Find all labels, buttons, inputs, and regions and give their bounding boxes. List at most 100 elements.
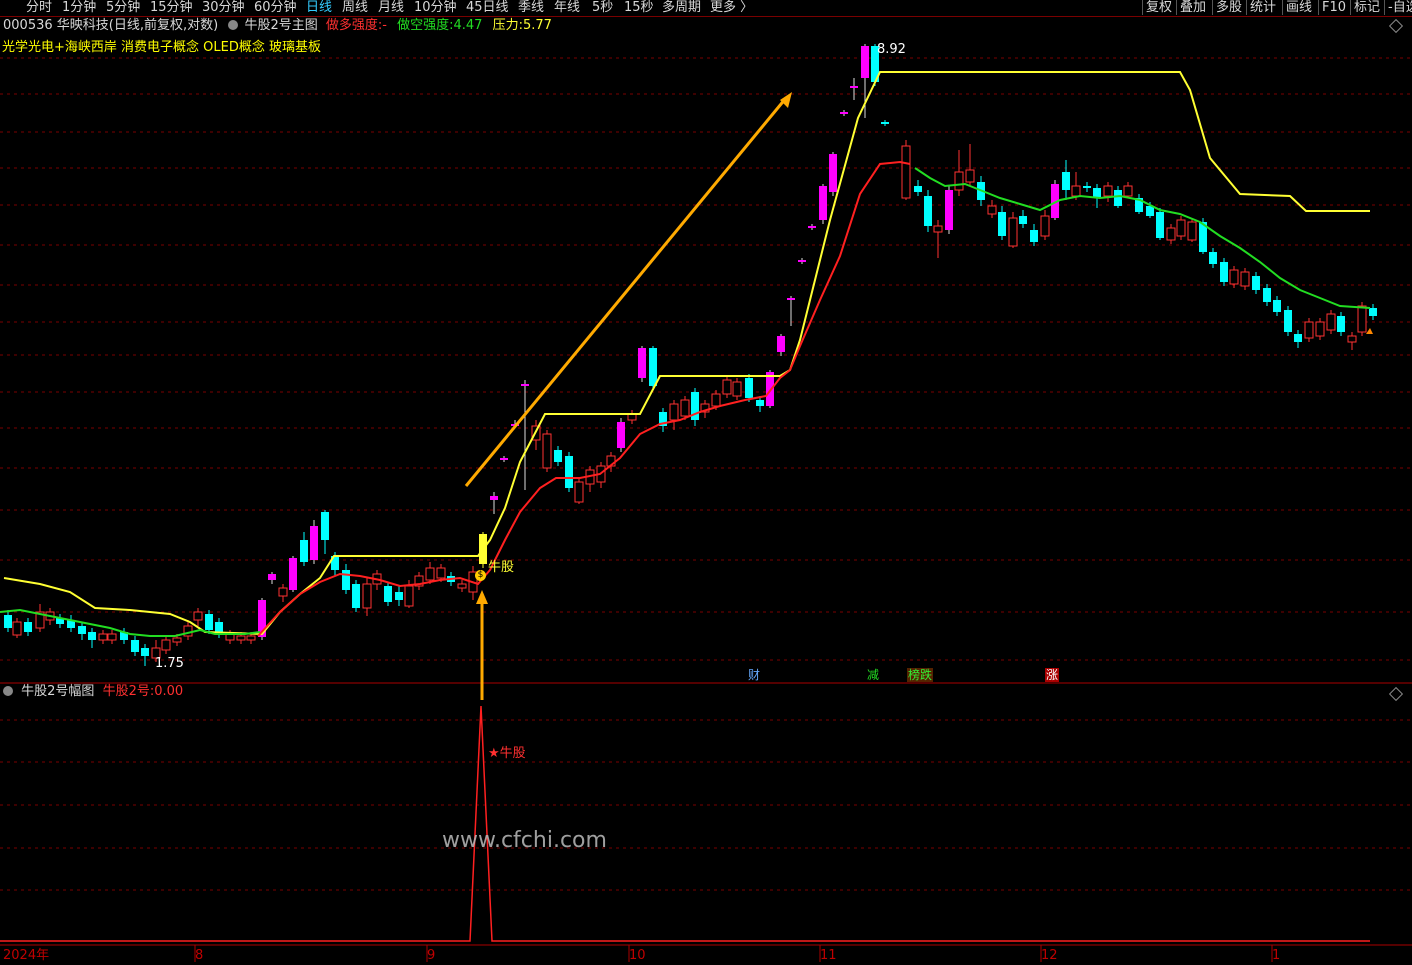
candle-body <box>268 574 276 580</box>
candle-body <box>300 540 308 562</box>
sub-indicator-value-label: 牛股2号: <box>102 684 155 699</box>
candle-body <box>1040 215 1050 237</box>
date-axis-label: 1 <box>1272 948 1281 963</box>
candle-body <box>500 458 508 460</box>
candle-body <box>777 336 785 352</box>
candle-body <box>554 450 562 462</box>
event-marker-list-drop[interactable]: 榜跌 <box>907 668 934 682</box>
date-axis-label: 12 <box>1041 948 1058 963</box>
trend-line-red <box>257 160 911 637</box>
candle-body <box>1357 305 1367 333</box>
candle-body <box>1229 269 1239 285</box>
candle-body <box>131 640 139 652</box>
candle-body <box>1030 230 1038 242</box>
sub-indicator-name[interactable]: 牛股2号幅图 <box>21 684 94 699</box>
candle-body <box>236 635 246 641</box>
candle-body <box>1294 334 1302 342</box>
candle-body <box>669 403 679 421</box>
candle-body <box>1103 185 1113 197</box>
candle-body <box>711 393 721 407</box>
indicator-lines <box>0 71 1373 637</box>
date-axis-label: 2024年 <box>3 948 50 963</box>
candle-body <box>1304 321 1314 339</box>
sub-indicator-value: 0.00 <box>154 684 184 699</box>
candle-body <box>1083 186 1091 188</box>
candle-body <box>722 379 732 395</box>
candle-body <box>998 212 1006 236</box>
candle-body <box>787 298 795 300</box>
candle-body <box>310 526 318 560</box>
bull-signal-label: 牛股 <box>488 560 515 575</box>
trend-arrows <box>464 92 792 700</box>
candle-body <box>161 639 171 651</box>
candle-body <box>1008 217 1018 247</box>
candle-body <box>98 633 108 641</box>
candle-body <box>861 46 869 78</box>
candle-body <box>1252 276 1260 290</box>
candle-body <box>24 622 32 632</box>
sub-indicator-header: 牛股2号幅图 牛股2号:0.00 <box>3 684 183 700</box>
candle-body <box>1209 252 1217 264</box>
sub-indicator-plot <box>0 705 1370 942</box>
candle-body <box>1337 316 1345 332</box>
sub-indicator-line <box>0 705 1370 942</box>
candle-body <box>732 381 742 397</box>
candle-body <box>1315 321 1325 337</box>
low-price-label: 1.75 <box>155 656 184 671</box>
star-bull-label: ★牛股 <box>488 746 526 761</box>
chevron-down-icon[interactable] <box>3 686 13 696</box>
candle-body <box>649 348 657 386</box>
candle-body <box>617 422 625 448</box>
event-marker-finance[interactable]: 财 <box>747 668 761 682</box>
candle-body <box>88 632 96 640</box>
candle-body <box>819 186 827 220</box>
candle-body <box>1240 271 1250 287</box>
candle-body <box>352 584 360 608</box>
candle-body <box>766 372 774 406</box>
candle-body <box>436 567 446 579</box>
candle-body <box>1187 221 1197 241</box>
candle-body <box>745 378 753 398</box>
signal-arrow-head <box>476 590 488 604</box>
candle-body <box>141 648 149 656</box>
candle-body <box>1156 212 1164 238</box>
candle-body <box>1263 288 1271 302</box>
candle-body <box>1369 308 1377 316</box>
candle-body <box>840 112 848 114</box>
candle-body <box>933 225 943 233</box>
date-axis-label: 10 <box>629 948 646 963</box>
candle-body <box>881 122 889 124</box>
arrow-up-marker <box>1366 328 1373 334</box>
money-bag-icon: $ <box>475 570 486 581</box>
candle-body <box>246 635 256 641</box>
candle-body <box>425 567 435 581</box>
candle-body <box>521 384 529 386</box>
event-marker-reduce[interactable]: 减 <box>866 668 880 682</box>
event-marker-rise[interactable]: 涨 <box>1045 668 1060 682</box>
pressure-line <box>3 71 1370 636</box>
candle-body <box>107 633 117 641</box>
date-axis-label: 9 <box>427 948 436 963</box>
candle-body <box>321 512 329 540</box>
candle-body <box>1220 262 1228 282</box>
candle-body <box>457 583 467 589</box>
date-axis-label: 8 <box>195 948 204 963</box>
candle-body <box>542 433 552 469</box>
candle-body <box>1166 227 1176 241</box>
candle-body <box>756 400 764 406</box>
candle-body <box>490 496 498 500</box>
candle-body <box>1176 219 1186 237</box>
candle-body <box>1273 300 1281 312</box>
candle-body <box>1071 185 1081 197</box>
candle-body <box>965 169 975 183</box>
candle-body <box>924 196 932 226</box>
candle-body <box>798 260 806 262</box>
date-axis-label: 11 <box>820 948 837 963</box>
candle-body <box>342 570 350 590</box>
candle-body <box>1123 185 1133 197</box>
candle-body <box>278 587 288 597</box>
watermark: www.cfchi.com <box>442 828 607 853</box>
kline-chart[interactable] <box>0 0 1412 965</box>
candle-body <box>901 145 911 199</box>
candle-body <box>1019 216 1027 224</box>
